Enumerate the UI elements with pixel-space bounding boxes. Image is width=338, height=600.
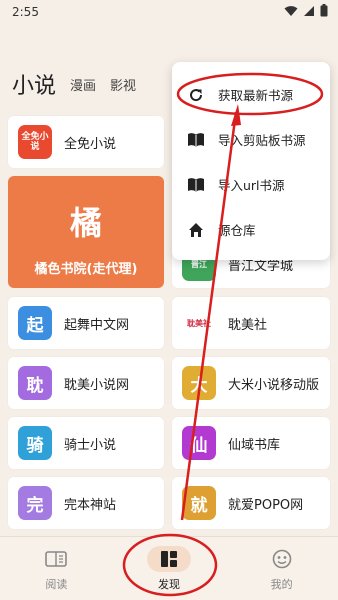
battery-icon [320, 4, 328, 20]
menu-item-label: 源仓库 [218, 223, 256, 238]
source-name: 骑士小说 [64, 437, 117, 453]
menu-item-import-clipboard[interactable]: 导入剪贴板书源 [172, 117, 330, 162]
nav-label: 发现 [157, 577, 180, 591]
source-name: 耽美社 [228, 317, 268, 333]
source-name: 完本神站 [64, 497, 117, 513]
source-logo-wanben: 完 [18, 486, 52, 520]
tab-novel[interactable]: 小说 [12, 68, 56, 106]
nav-item-discover[interactable]: 发现 [124, 545, 214, 592]
menu-item-label: 获取最新书源 [218, 88, 294, 103]
tab-video[interactable]: 影视 [110, 75, 136, 106]
source-logo-dami: 大 [182, 366, 216, 400]
source-logo-xianyu: 仙 [182, 426, 216, 460]
source-logo-popo: 就 [182, 486, 216, 520]
source-name-featured: 橘色书院(走代理) [34, 262, 138, 277]
tab-comic[interactable]: 漫画 [70, 75, 96, 106]
source-card-danmei-xiaoshuo[interactable]: 耽 耽美小说网 [8, 357, 164, 409]
source-card-popo[interactable]: 就 就爱POPO网 [172, 477, 330, 529]
menu-item-import-url[interactable]: 导入url书源 [172, 162, 330, 207]
home-icon [186, 220, 206, 240]
signal-icon [303, 5, 315, 20]
menu-item-label: 导入url书源 [218, 178, 285, 193]
source-card-qishi[interactable]: 骑 骑士小说 [8, 417, 164, 469]
wifi-icon [284, 5, 298, 20]
source-name: 起舞中文网 [64, 317, 130, 333]
profile-icon [260, 546, 304, 572]
source-name: 大米小说移动版 [228, 377, 320, 393]
source-name: 仙域书库 [228, 437, 281, 453]
nav-label: 阅读 [45, 577, 68, 591]
book-icon [186, 175, 206, 195]
status-bar: 2:55 [0, 0, 338, 24]
source-name: 全免小说 [64, 136, 117, 152]
source-logo-qishi: 骑 [18, 426, 52, 460]
menu-item-label: 导入剪贴板书源 [218, 133, 306, 148]
source-card-qiwu[interactable]: 起 起舞中文网 [8, 297, 164, 349]
nav-label: 我的 [270, 577, 293, 591]
source-logo-featured: 橘 [69, 204, 102, 242]
menu-item-fetch-latest[interactable]: 获取最新书源 [172, 72, 330, 117]
nav-item-profile[interactable]: 我的 [237, 546, 327, 592]
source-card-dami[interactable]: 大 大米小说移动版 [172, 357, 330, 409]
reading-icon [34, 546, 78, 572]
status-time: 2:55 [12, 5, 39, 19]
menu-item-source-repo[interactable]: 源仓库 [172, 207, 330, 252]
status-icons [284, 4, 328, 20]
source-logo-danmeishe: 耽美社 [182, 306, 216, 340]
source-card-xianyu[interactable]: 仙 仙域书库 [172, 417, 330, 469]
source-card-quanmian[interactable]: 全免小说 全免小说 [8, 116, 164, 168]
source-card-wanben[interactable]: 完 完本神站 [8, 477, 164, 529]
source-logo-qiwu: 起 [18, 306, 52, 340]
source-logo-quanmian: 全免小说 [18, 125, 52, 159]
source-name: 就爱POPO网 [228, 497, 304, 513]
book-icon [186, 130, 206, 150]
source-name: 耽美小说网 [64, 377, 130, 393]
source-card-featured[interactable]: 橘 橘色书院(走代理) [8, 176, 164, 288]
nav-item-reading[interactable]: 阅读 [11, 546, 101, 592]
source-menu-popup: 获取最新书源 导入剪贴板书源 导入url书源 源仓库 [172, 62, 330, 260]
source-logo-danmei: 耽 [18, 366, 52, 400]
refresh-icon [186, 85, 206, 105]
discover-icon [146, 545, 191, 572]
source-card-danmeishe[interactable]: 耽美社 耽美社 [172, 297, 330, 349]
bottom-navigation: 阅读 发现 我的 [0, 536, 338, 600]
